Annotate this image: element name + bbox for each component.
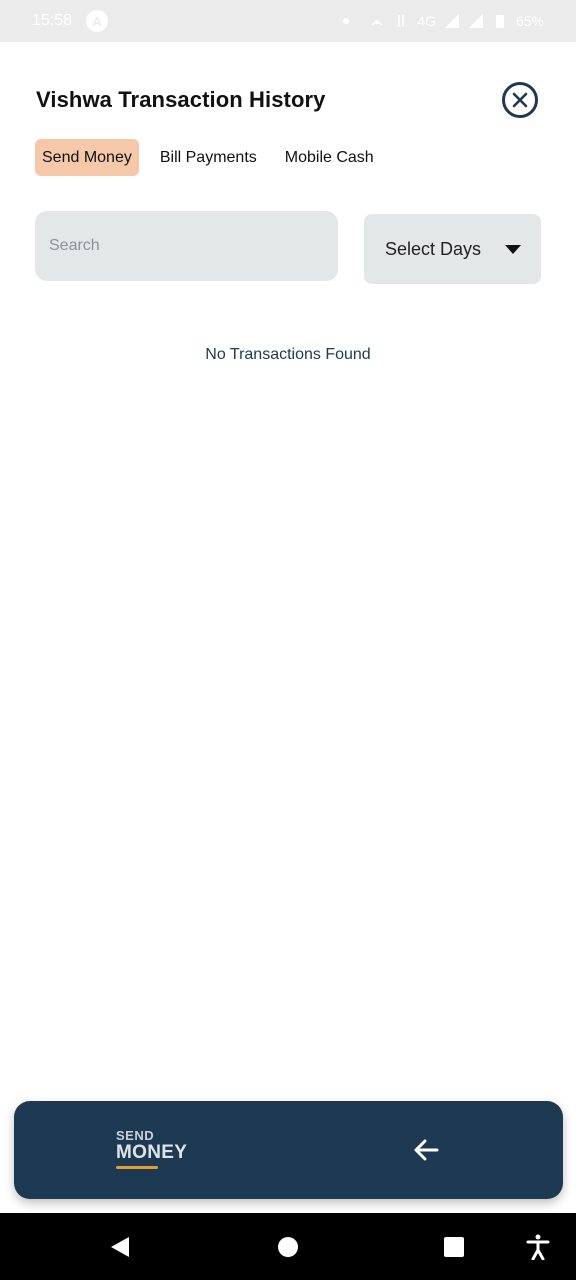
nav-back-button[interactable] xyxy=(100,1213,140,1280)
chevron-down-icon xyxy=(505,244,521,254)
hotspot-icon xyxy=(371,20,383,26)
transaction-type-tabs: Send Money Bill Payments Mobile Cash xyxy=(35,139,381,176)
header: Vishwa Transaction History xyxy=(36,80,540,120)
page-title: Vishwa Transaction History xyxy=(36,87,326,112)
nav-accessibility-button[interactable] xyxy=(518,1213,558,1280)
status-left: 15:58 A xyxy=(32,10,109,32)
accessibility-icon xyxy=(526,1234,550,1260)
logo-line1: SEND xyxy=(116,1128,155,1143)
empty-state-message: No Transactions Found xyxy=(205,346,371,363)
status-right: 4G 65% xyxy=(343,13,544,29)
logo-underline xyxy=(116,1166,158,1169)
network-type: 4G xyxy=(417,13,436,29)
tab-mobile-cash[interactable]: Mobile Cash xyxy=(278,139,381,176)
bottom-bar: SEND MONEY xyxy=(14,1101,563,1199)
square-recents-icon xyxy=(444,1236,464,1257)
tab-bill-payments[interactable]: Bill Payments xyxy=(153,139,264,176)
logo-line2: MONEY xyxy=(116,1142,188,1163)
nav-home-button[interactable] xyxy=(268,1213,308,1280)
data-arrows-icon xyxy=(398,15,405,27)
close-button[interactable] xyxy=(502,82,538,118)
circle-home-icon xyxy=(278,1236,298,1257)
battery-level: 65% xyxy=(515,13,544,29)
battery-icon xyxy=(495,15,504,28)
signal-icon-2 xyxy=(468,14,483,28)
signal-icon xyxy=(444,14,459,28)
app-notification-icon: A xyxy=(86,10,109,32)
arrow-left-icon xyxy=(414,1139,439,1161)
back-button[interactable] xyxy=(408,1135,444,1165)
status-time: 15:58 xyxy=(32,12,73,29)
notification-dot-icon xyxy=(343,18,350,24)
triangle-back-icon xyxy=(111,1236,129,1257)
select-days-label: Select Days xyxy=(385,238,482,259)
search-input[interactable] xyxy=(35,211,338,281)
status-bar: 15:58 A 4G 65% xyxy=(0,0,576,42)
select-days-dropdown[interactable]: Select Days xyxy=(364,214,541,284)
system-navigation-bar xyxy=(0,1213,576,1280)
send-money-logo: SEND MONEY xyxy=(116,1129,196,1177)
nav-recents-button[interactable] xyxy=(434,1213,474,1280)
close-icon xyxy=(512,92,528,108)
tab-send-money[interactable]: Send Money xyxy=(35,139,139,176)
